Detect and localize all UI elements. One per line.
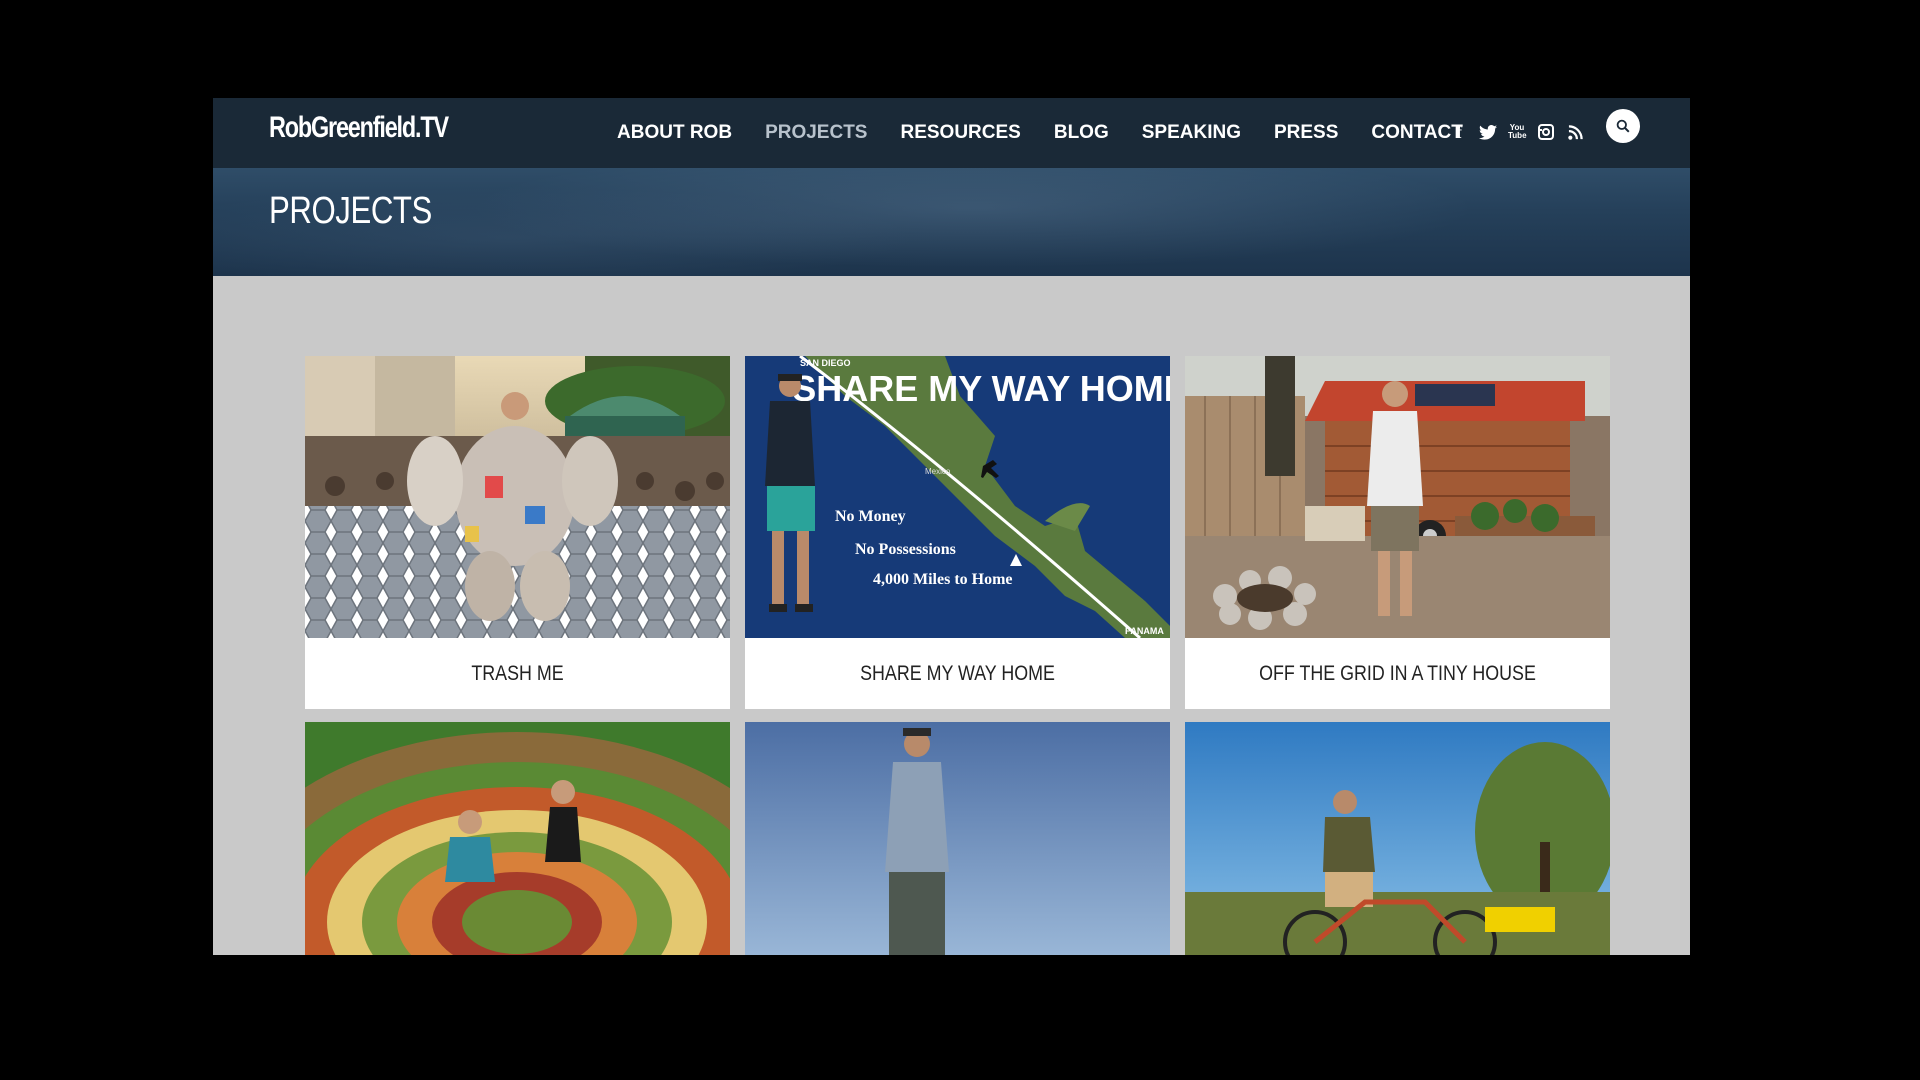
- instagram-icon[interactable]: [1535, 121, 1557, 143]
- nav-blog[interactable]: BLOG: [1054, 122, 1109, 144]
- facebook-glyph: f: [1456, 121, 1462, 142]
- project-title: TRASH ME: [471, 661, 564, 685]
- nav-resources[interactable]: RESOURCES: [900, 122, 1020, 144]
- image-line-3: 4,000 Miles to Home: [873, 571, 1013, 588]
- image-label-bottom: PANAMA: [1125, 626, 1164, 636]
- project-title: OFF THE GRID IN A TINY HOUSE: [1259, 661, 1536, 685]
- search-icon: [1616, 119, 1630, 133]
- facebook-icon[interactable]: f: [1448, 121, 1470, 143]
- project-card-4[interactable]: [305, 722, 730, 955]
- image-label-mid: Mexico: [925, 467, 951, 476]
- project-image-share-my-way-home: SHARE MY WAY HOME No Money No Possession…: [745, 356, 1170, 638]
- image-label-top: SAN DIEGO: [800, 358, 851, 368]
- nav-about-rob[interactable]: ABOUT ROB: [617, 122, 732, 144]
- youtube-glyph: You Tube: [1508, 123, 1527, 140]
- project-card-share-my-way-home[interactable]: SHARE MY WAY HOME No Money No Possession…: [745, 356, 1170, 709]
- nav-projects[interactable]: PROJECTS: [765, 122, 867, 144]
- main-nav: ABOUT ROB PROJECTS RESOURCES BLOG SPEAKI…: [617, 98, 1496, 168]
- project-title: SHARE MY WAY HOME: [860, 661, 1055, 685]
- social-links: f You Tube: [1448, 117, 1593, 147]
- youtube-icon[interactable]: You Tube: [1506, 121, 1528, 143]
- project-card-6[interactable]: [1185, 722, 1610, 955]
- site-logo[interactable]: RobGreenfield.TV: [269, 108, 449, 148]
- image-headline: SHARE MY WAY HOME: [792, 368, 1170, 409]
- search-button[interactable]: [1606, 109, 1640, 143]
- website: RobGreenfield.TV ABOUT ROB PROJECTS RESO…: [213, 98, 1690, 955]
- project-card-5[interactable]: [745, 722, 1170, 955]
- image-line-2: No Possessions: [855, 541, 956, 558]
- image-line-1: No Money: [835, 508, 906, 525]
- project-image-6: [1185, 722, 1610, 955]
- project-card-trash-me[interactable]: TRASH ME: [305, 356, 730, 709]
- project-image-trash-me: [305, 356, 730, 638]
- page-title: PROJECTS: [269, 190, 432, 232]
- site-header: RobGreenfield.TV ABOUT ROB PROJECTS RESO…: [213, 98, 1690, 168]
- page-banner: PROJECTS: [213, 168, 1690, 276]
- project-card-off-the-grid[interactable]: OFF THE GRID IN A TINY HOUSE: [1185, 356, 1610, 709]
- project-image-4: [305, 722, 730, 955]
- twitter-icon[interactable]: [1477, 121, 1499, 143]
- nav-press[interactable]: PRESS: [1274, 122, 1338, 144]
- nav-speaking[interactable]: SPEAKING: [1142, 122, 1241, 144]
- project-image-5: [745, 722, 1170, 955]
- project-image-off-the-grid: [1185, 356, 1610, 638]
- rss-icon[interactable]: [1564, 121, 1586, 143]
